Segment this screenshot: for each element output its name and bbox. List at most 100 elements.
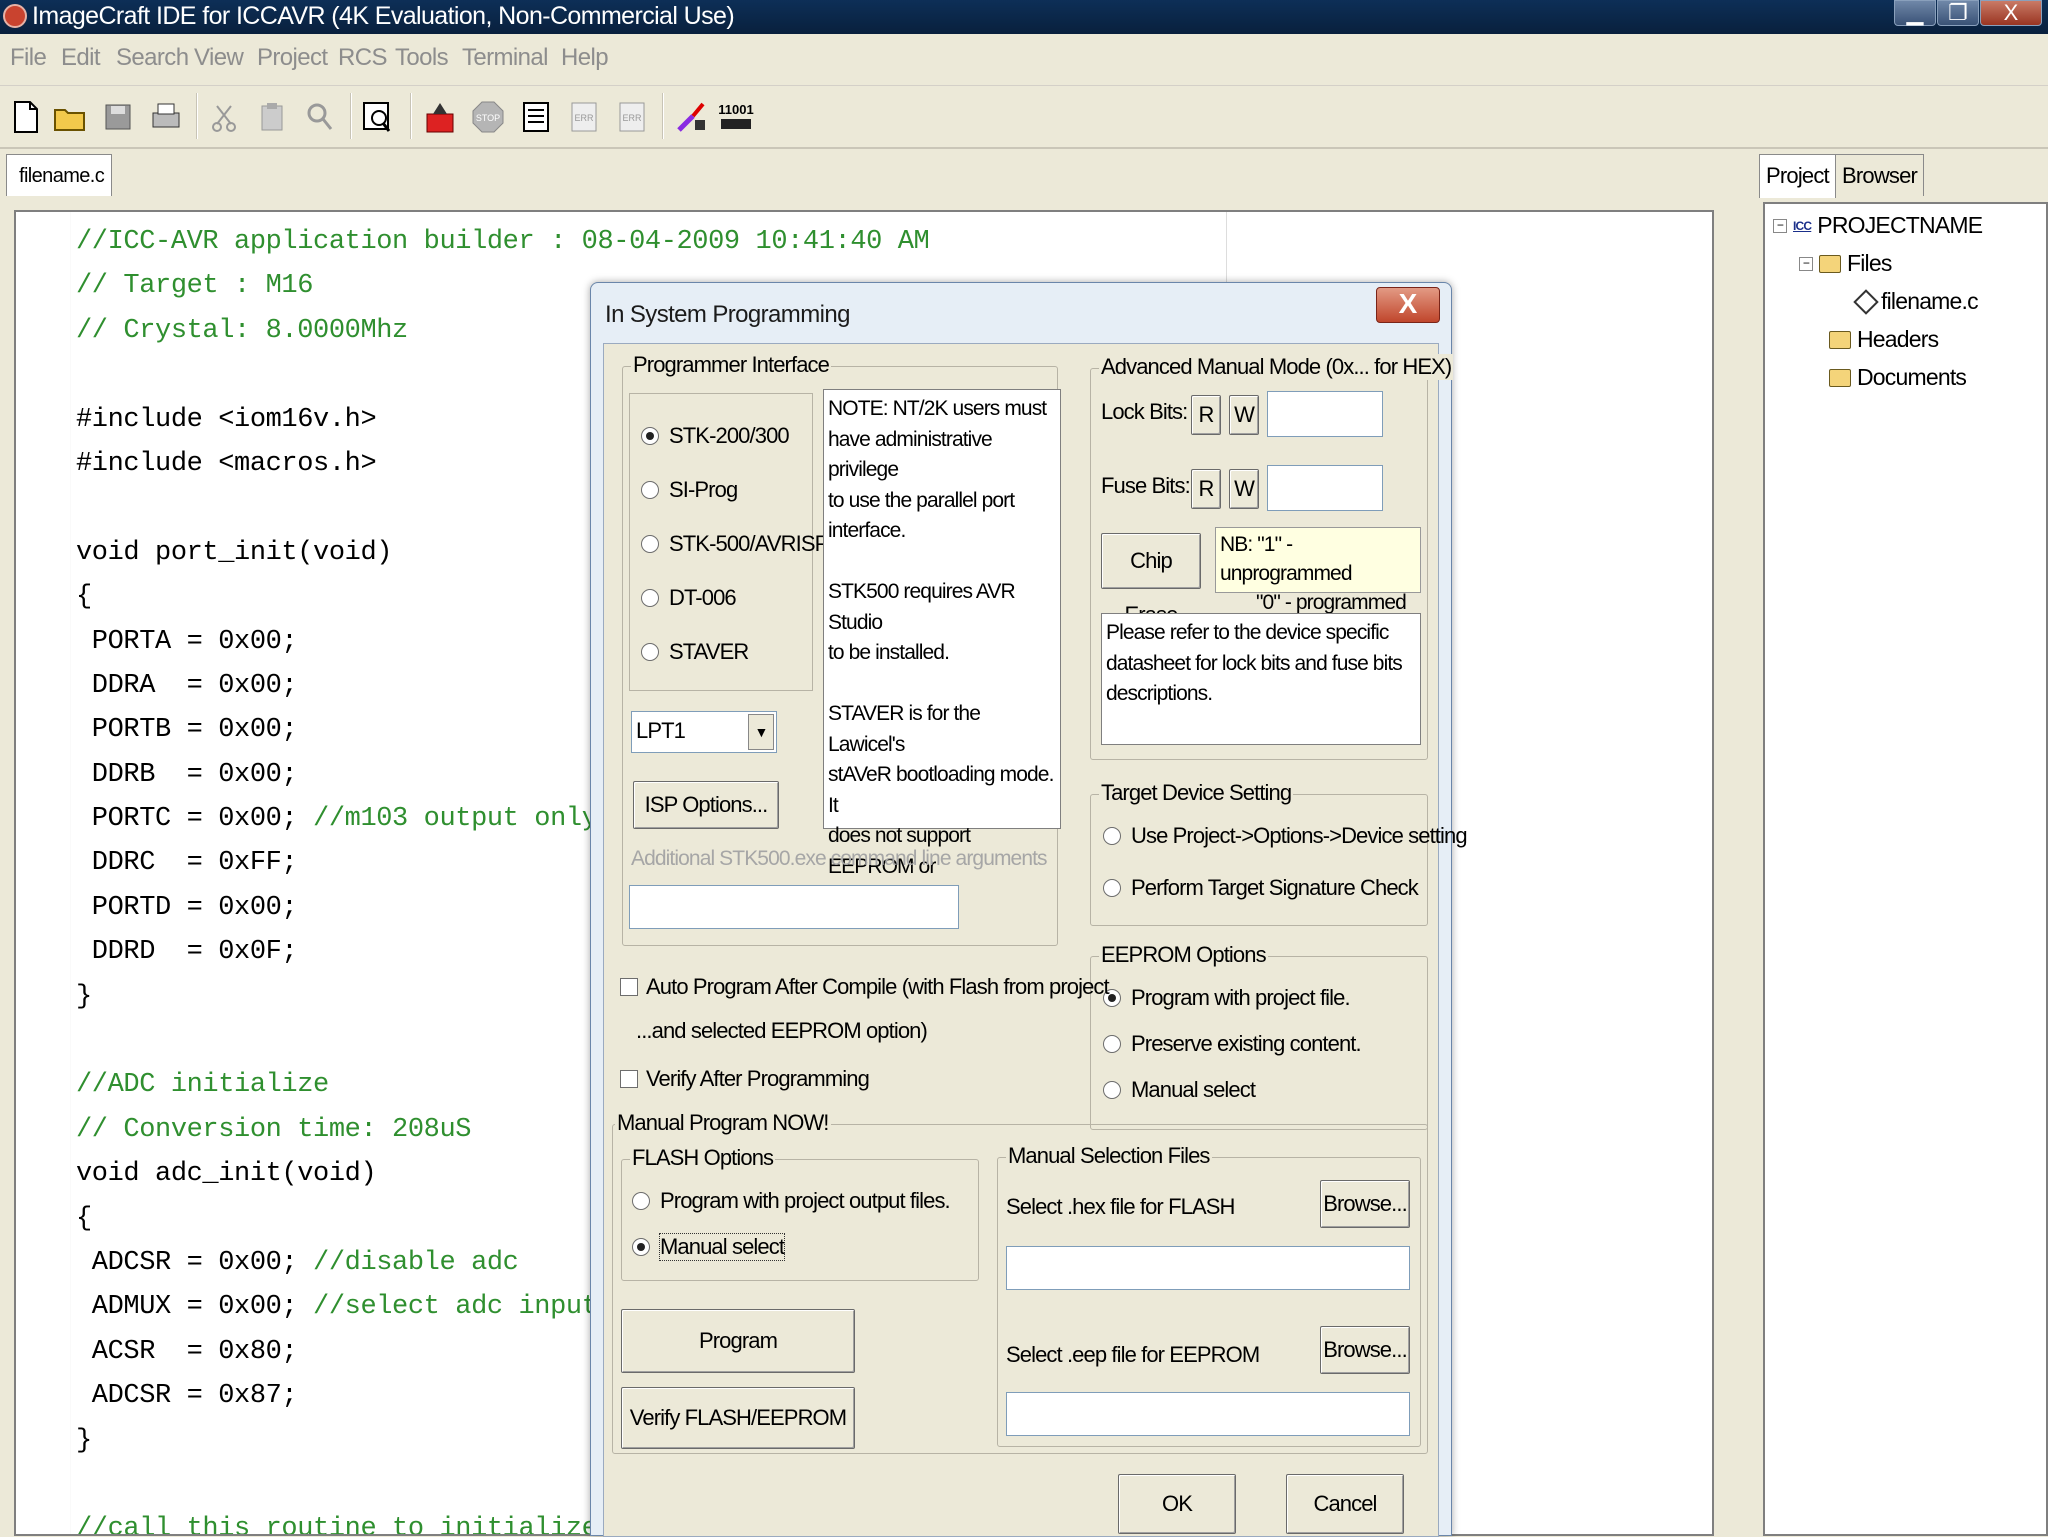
code-text: }	[76, 1425, 92, 1456]
note-line: NOTE: NT/2K users must	[828, 397, 1047, 420]
svg-text:STOP: STOP	[476, 113, 500, 123]
find-icon[interactable]	[300, 95, 340, 139]
auto-program-checkbox[interactable]	[620, 978, 638, 996]
code-text: {	[76, 1203, 92, 1234]
args-label: Additional STK500.exe command line argum…	[631, 847, 1048, 870]
manual-selection-files-legend: Manual Selection Files	[1006, 1143, 1212, 1169]
minimize-button[interactable]: ▁	[1894, 0, 1936, 26]
search-file-icon[interactable]	[358, 95, 398, 139]
isp-options-button[interactable]: ISP Options...	[633, 781, 779, 829]
serial-icon[interactable]: 11001	[716, 95, 756, 139]
programmer-label-dt006: DT-006	[669, 585, 737, 610]
code-text: DDRB = 0x00;	[76, 759, 298, 790]
target-label-signature-check: Perform Target Signature Check	[1131, 875, 1419, 900]
code-text: DDRD = 0x0F;	[76, 937, 298, 968]
menu-file[interactable]: File	[10, 44, 47, 72]
code-text: void port_init(void)	[76, 537, 393, 568]
programmer-radio-dt006[interactable]	[641, 589, 659, 607]
target-radio-signature-check[interactable]	[1103, 879, 1121, 897]
build-icon[interactable]	[420, 95, 460, 139]
menu-tools[interactable]: Tools	[395, 44, 449, 72]
tree-root[interactable]: − ICC PROJECTNAME	[1773, 212, 1983, 239]
programmer-radio-stk500[interactable]	[641, 535, 659, 553]
port-select[interactable]: LPT1 ▼	[631, 711, 777, 753]
eeprom-radio-manual[interactable]	[1103, 1081, 1121, 1099]
ok-button[interactable]: OK	[1118, 1474, 1236, 1534]
chevron-down-icon[interactable]: ▼	[748, 714, 774, 750]
open-folder-icon[interactable]	[50, 95, 90, 139]
flash-radio-manual[interactable]	[632, 1238, 650, 1256]
program-chip-icon[interactable]	[672, 95, 712, 139]
dialog-close-button[interactable]: X	[1376, 287, 1440, 323]
app-icon[interactable]	[3, 4, 27, 28]
browse-hex-button[interactable]: Browse...	[1320, 1180, 1410, 1228]
browse-eep-button[interactable]: Browse...	[1320, 1326, 1410, 1374]
args-input[interactable]	[629, 885, 959, 929]
verify-after-checkbox[interactable]	[620, 1070, 638, 1088]
menu-terminal[interactable]: Terminal	[462, 44, 549, 72]
code-text: #include <macros.h>	[76, 448, 377, 479]
chip-erase-button[interactable]: Chip Erase	[1101, 533, 1201, 627]
verify-flash-button[interactable]: Verify FLASH/EEPROM	[621, 1387, 855, 1449]
code-text: DDRC = 0xFF;	[76, 848, 298, 879]
code-text: ADCSR = 0x87;	[76, 1381, 298, 1412]
stop-icon[interactable]: STOP	[468, 95, 508, 139]
folder-icon	[1829, 330, 1851, 349]
eeprom-label-preserve: Preserve existing content.	[1131, 1031, 1362, 1056]
err-icon[interactable]: ERR	[564, 95, 604, 139]
code-comment: //call this routine to initialize al	[76, 1514, 645, 1536]
cancel-button[interactable]: Cancel	[1286, 1474, 1404, 1534]
tree-headers[interactable]: Headers	[1829, 326, 1939, 353]
nb-note: NB: "1" - unprogrammed "0" - programmed	[1215, 527, 1421, 614]
tree-files[interactable]: − Files	[1799, 250, 1892, 277]
menu-rcs[interactable]: RCS	[338, 44, 387, 72]
advanced-manual-legend: Advanced Manual Mode (0x... for HEX)	[1099, 354, 1454, 380]
fuse-write-button[interactable]: W	[1229, 469, 1259, 509]
paste-icon[interactable]	[252, 95, 292, 139]
collapse-icon[interactable]: −	[1773, 218, 1787, 233]
code-text: DDRA = 0x00;	[76, 670, 298, 701]
print-icon[interactable]	[146, 95, 186, 139]
lock-write-button[interactable]: W	[1229, 395, 1259, 435]
toolbar-separator	[350, 93, 352, 139]
programmer-radio-staver[interactable]	[641, 643, 659, 661]
eeprom-radio-preserve[interactable]	[1103, 1035, 1121, 1053]
target-radio-project-setting[interactable]	[1103, 827, 1121, 845]
menu-search[interactable]: Search	[116, 44, 189, 72]
hex-file-input[interactable]	[1006, 1246, 1410, 1290]
restore-button[interactable]: ❐	[1937, 0, 1979, 26]
menu-view[interactable]: View	[194, 44, 244, 72]
make-icon[interactable]	[516, 95, 556, 139]
tab-project[interactable]: Project	[1759, 154, 1836, 198]
tree-documents[interactable]: Documents	[1829, 364, 1967, 391]
lock-bits-input[interactable]	[1267, 391, 1383, 437]
fuse-bits-label: Fuse Bits:	[1101, 473, 1191, 498]
save-icon[interactable]	[98, 95, 138, 139]
tab-browser[interactable]: Browser	[1835, 154, 1925, 196]
tree-file[interactable]: filename.c	[1853, 288, 1979, 315]
code-text: void adc_init(void)	[76, 1159, 377, 1190]
close-window-button[interactable]: X	[1980, 0, 2042, 26]
advanced-info: Please refer to the device specific datas…	[1101, 613, 1421, 745]
new-file-icon[interactable]	[6, 95, 46, 139]
svg-text:ERR: ERR	[574, 113, 594, 123]
menu-edit[interactable]: Edit	[61, 44, 101, 72]
eep-file-input[interactable]	[1006, 1392, 1410, 1436]
lock-read-button[interactable]: R	[1191, 395, 1221, 435]
eeprom-label-project-file: Program with project file.	[1131, 985, 1351, 1010]
programmer-radio-stk200[interactable]	[641, 427, 659, 445]
code-text: PORTA = 0x00;	[76, 626, 298, 657]
flash-radio-project-output[interactable]	[632, 1192, 650, 1210]
collapse-icon[interactable]: −	[1799, 256, 1813, 271]
fuse-bits-input[interactable]	[1267, 465, 1383, 511]
menu-project[interactable]: Project	[257, 44, 328, 72]
programmer-note: NOTE: NT/2K users must have administrativ…	[823, 389, 1061, 908]
program-flash-button[interactable]: Program FLASH/EEPROM	[621, 1309, 855, 1415]
cut-icon[interactable]	[204, 95, 244, 139]
programmer-radio-siprog[interactable]	[641, 481, 659, 499]
programmer-label-stk500: STK-500/AVRISP	[669, 531, 829, 556]
tab-filename[interactable]: filename.c	[6, 154, 112, 196]
menu-help[interactable]: Help	[561, 44, 609, 72]
err-next-icon[interactable]: ERR	[612, 95, 652, 139]
fuse-read-button[interactable]: R	[1191, 469, 1221, 509]
